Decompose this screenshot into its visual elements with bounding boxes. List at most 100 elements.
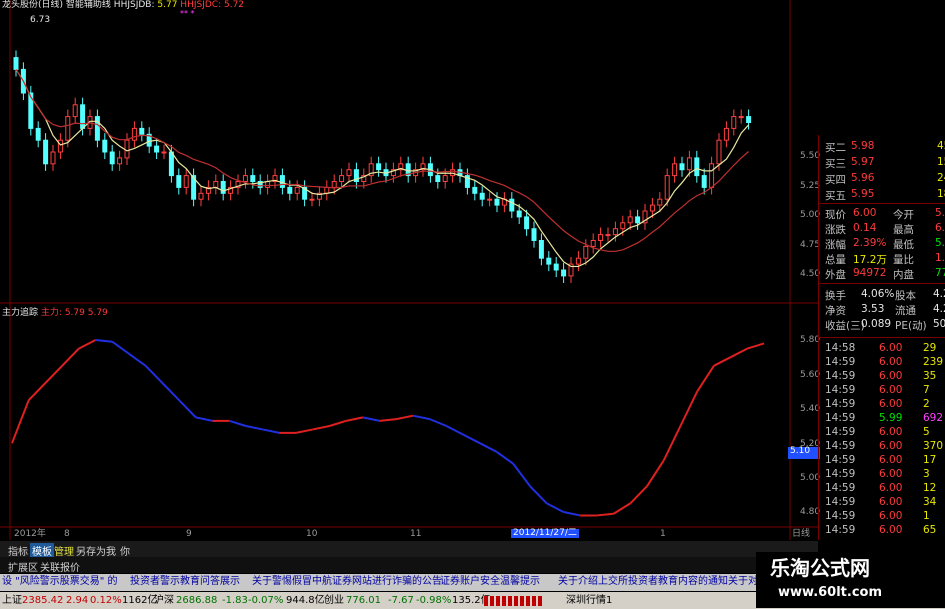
watermark-logo: 乐淘公式网 www.60lt.com	[756, 552, 945, 608]
indicator-segment	[730, 347, 748, 359]
tick-price: 6.00	[879, 384, 903, 396]
candle-body	[65, 116, 71, 141]
hs-value: 2686.88	[176, 595, 218, 606]
candle-body	[50, 151, 56, 165]
ticker-item-3[interactable]: 关于警惕假冒中航证券网站进行诈骗的公告	[252, 577, 442, 587]
stat-value: 0.14	[853, 222, 877, 234]
candle-body	[250, 175, 256, 183]
candle-body	[627, 216, 633, 224]
tick-price: 6.00	[879, 482, 903, 494]
stat-label: 涨跌	[825, 224, 846, 236]
candle-body	[649, 204, 655, 212]
candle-body	[168, 151, 174, 177]
tick-time: 14:59	[825, 468, 856, 480]
hs-label: 沪深	[154, 595, 174, 606]
ticker-item-1[interactable]: 设 "风险警示股票交易" 的	[2, 577, 118, 587]
order-volume: 45	[937, 140, 945, 152]
ticker-item-2[interactable]: 投资者警示教育问答展示	[130, 577, 240, 587]
indicator-segment	[629, 485, 648, 505]
tab-me[interactable]: 我	[106, 543, 116, 558]
tick-row: 14:59 6.00 17	[823, 454, 945, 468]
tick-price: 6.00	[879, 440, 903, 452]
x-label-oct: 10	[306, 529, 318, 539]
fund-value-2: 4.25	[933, 303, 945, 315]
tab-indicator[interactable]: 指标	[8, 543, 28, 558]
candle-body	[72, 104, 78, 118]
stat-label: 外盘	[825, 269, 846, 281]
candle-body	[324, 186, 330, 194]
tab-manage[interactable]: 管理	[54, 543, 74, 558]
panel-divider	[819, 337, 945, 338]
x-label-year: 2012年	[14, 529, 46, 539]
tick-row: 14:59 6.00 7	[823, 384, 945, 398]
stat-label-2: 最低	[893, 239, 914, 251]
tab-related-quote[interactable]: 关联报价	[40, 559, 80, 574]
fund-row: 换手 4.06%股本 4.25	[823, 288, 945, 302]
tab-save-as[interactable]: 另存为	[76, 543, 106, 558]
order-volume: 18	[937, 188, 945, 200]
tick-time: 14:59	[825, 384, 856, 396]
fund-value-2: 50	[933, 318, 945, 330]
ticker-item-4[interactable]: 证券账户安全温馨提示	[440, 577, 540, 587]
cursor-date-label: 2012/11/27/二	[511, 528, 579, 538]
period-label[interactable]: 日线	[792, 530, 810, 539]
candle-body	[154, 145, 160, 153]
stat-value: 2.39%	[853, 237, 887, 249]
indicator-segment	[27, 382, 47, 401]
tick-price: 5.99	[879, 412, 903, 424]
candle-body	[124, 139, 130, 159]
indicator-segment	[61, 347, 80, 367]
order-price: 5.96	[851, 172, 875, 184]
indicator-segment	[95, 339, 113, 343]
indicator-segment	[396, 414, 414, 421]
indicator-segment	[362, 416, 380, 422]
indicator-segment	[546, 502, 564, 513]
cy-value: 776.01	[346, 595, 381, 606]
candle-body	[57, 139, 63, 153]
tick-time: 14:59	[825, 454, 856, 466]
tab-template[interactable]: 模板	[30, 543, 54, 558]
tick-time: 14:59	[825, 510, 856, 522]
mini-bar-icon	[484, 596, 544, 606]
indicator-segment	[178, 399, 197, 419]
indicator-segment	[529, 485, 548, 505]
indicator-segment	[346, 416, 364, 422]
candle-body	[679, 163, 685, 171]
indicator-segment	[295, 428, 314, 434]
fund-value: 0.089	[861, 318, 892, 330]
order-price: 5.98	[851, 140, 875, 152]
hs-change: -1.83	[222, 595, 248, 606]
stat-row: 现价 6.00 今开 5.8	[823, 207, 945, 221]
candle-body	[546, 257, 552, 265]
tab-you[interactable]: 你	[120, 543, 130, 558]
stat-value: 94972	[853, 267, 887, 279]
fund-value: 3.53	[861, 303, 885, 315]
indicator-segment	[44, 365, 63, 384]
tick-volume: 3	[923, 468, 930, 480]
candle-body	[43, 139, 49, 165]
tick-volume: 370	[923, 440, 944, 452]
ticker-item-6[interactable]: 关于对	[728, 577, 758, 587]
candle-body	[605, 234, 611, 237]
ticker-item-5[interactable]: 关于介绍上交所投资者教育内容的通知	[558, 577, 728, 587]
stat-value: 17.2万	[853, 254, 887, 266]
candle-body	[80, 104, 86, 129]
stat-value-2: 7740	[935, 267, 945, 279]
candle-body	[331, 181, 337, 188]
indicator-segment	[78, 339, 97, 350]
chart-area[interactable]: 龙头股份(日线) 智能辅助线 HHJSJDB: 5.77 HHJSJDC: 5.…	[0, 0, 820, 540]
order-row: 买二 5.98 45	[823, 140, 945, 154]
stat-label-2: 最高	[893, 224, 914, 236]
tab-extension[interactable]: 扩展区	[8, 559, 38, 574]
candle-body	[13, 57, 19, 70]
order-label: 买五	[825, 190, 846, 202]
candle-body	[701, 175, 707, 188]
tick-time: 14:59	[825, 426, 856, 438]
tick-volume: 12	[923, 482, 937, 494]
tick-price: 6.00	[879, 454, 903, 466]
fund-row: 净资 3.53 流通 4.25	[823, 303, 945, 317]
candle-body	[672, 163, 678, 177]
candle-body	[494, 198, 500, 206]
tick-price: 6.00	[879, 524, 903, 536]
candle-body	[738, 116, 744, 119]
